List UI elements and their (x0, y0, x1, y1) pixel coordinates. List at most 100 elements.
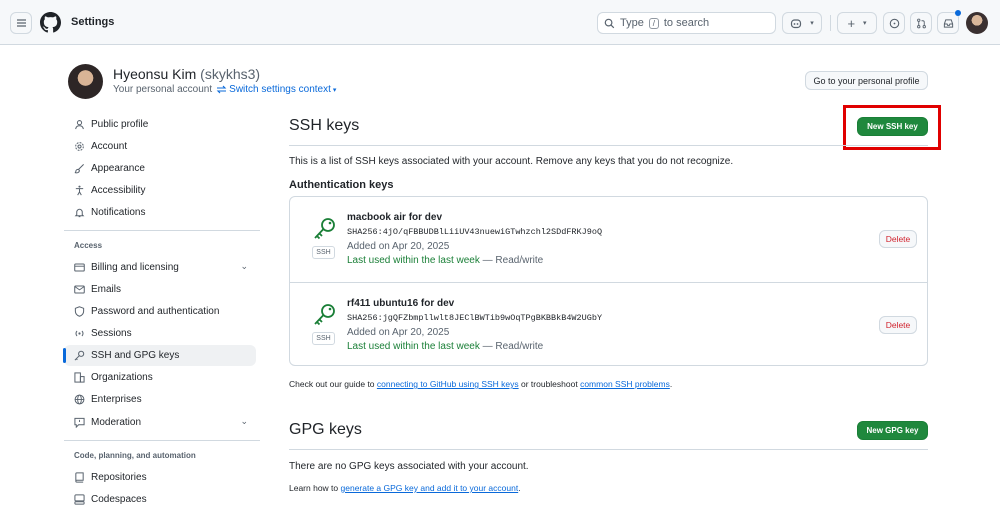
sidebar-item-label: SSH and GPG keys (91, 350, 180, 361)
ssh-key-row: SSH rf411 ubuntu16 for dev SHA256:jgQFZb… (290, 282, 927, 366)
user-avatar-menu[interactable] (966, 12, 988, 34)
organization-icon (74, 372, 85, 383)
sidebar-item-label: Appearance (91, 163, 145, 174)
github-logo-icon[interactable] (40, 12, 61, 33)
sidebar-item-label: Sessions (91, 328, 132, 339)
repo-icon (74, 472, 85, 483)
sidebar-item-billing[interactable]: Billing and licensing ⌄ (64, 257, 256, 278)
inbox-icon (943, 18, 953, 28)
key-title: macbook air for dev (347, 212, 443, 223)
globe-icon (74, 394, 85, 405)
plus-icon: + (847, 15, 856, 31)
sidebar-item-notifications[interactable]: Notifications (64, 202, 256, 223)
ssh-badge: SSH (312, 332, 335, 345)
issue-opened-icon (889, 18, 899, 28)
profile-subtitle-line: Your personal account Switch settings co… (113, 84, 336, 95)
generate-gpg-key-link[interactable]: generate a GPG key and add it to your ac… (341, 483, 519, 493)
sidebar-item-moderation[interactable]: Moderation ⌄ (64, 412, 256, 433)
sidebar-item-ssh-gpg-keys[interactable]: SSH and GPG keys (63, 345, 256, 366)
sidebar-item-organizations[interactable]: Organizations (64, 367, 256, 388)
profile-subtitle: Your personal account (113, 84, 213, 95)
common-ssh-problems-link[interactable]: common SSH problems (580, 379, 670, 389)
sidebar-item-emails[interactable]: Emails (64, 279, 256, 300)
new-gpg-key-button[interactable]: New GPG key (857, 421, 928, 440)
ssh-description: This is a list of SSH keys associated wi… (289, 156, 734, 167)
key-added-date: Added on Apr 20, 2025 (347, 327, 450, 338)
accessibility-icon (74, 185, 85, 196)
search-placeholder-type: Type (620, 17, 644, 29)
arrow-switch-icon (216, 85, 227, 94)
sidebar-item-label: Notifications (91, 207, 146, 218)
report-icon (74, 417, 85, 428)
gpg-keys-title: GPG keys (289, 421, 362, 438)
guide-suffix: . (669, 379, 673, 389)
chevron-down-icon[interactable]: ⌄ (240, 261, 248, 272)
ssh-title-divider (289, 145, 928, 146)
key-last-used-label: Last used within the last week (347, 255, 480, 266)
red-highlight-box (843, 105, 941, 150)
chevron-down-icon[interactable]: ⌄ (240, 416, 248, 427)
menu-button[interactable] (10, 12, 32, 34)
guide-prefix: Check out our guide to (289, 379, 377, 389)
delete-key-button[interactable]: Delete (879, 316, 917, 334)
ssh-keys-list: SSH macbook air for dev SHA256:4jO/qFBBU… (289, 196, 928, 366)
key-title: rf411 ubuntu16 for dev (347, 298, 455, 309)
sidebar-item-label: Repositories (91, 472, 147, 483)
gear-icon (74, 141, 85, 152)
connecting-ssh-guide-link[interactable]: connecting to GitHub using SSH keys (377, 379, 519, 389)
search-shortcut-key: / (648, 17, 659, 29)
issues-button[interactable] (883, 12, 905, 34)
sidebar-heading-access: Access (74, 241, 103, 250)
key-added-date: Added on Apr 20, 2025 (347, 241, 450, 252)
bell-icon (74, 207, 85, 218)
sidebar-divider (64, 440, 260, 441)
paintbrush-icon (74, 163, 85, 174)
pull-requests-button[interactable] (910, 12, 932, 34)
switch-context-link[interactable]: Switch settings context ▾ (216, 84, 336, 95)
top-header: Settings Type / to search ▾ + ▾ (0, 0, 1000, 45)
sidebar-item-password-auth[interactable]: Password and authentication (64, 301, 256, 322)
credit-card-icon (74, 262, 85, 273)
search-icon (604, 18, 615, 28)
sidebar-item-sessions[interactable]: Sessions (64, 323, 256, 344)
sidebar-item-public-profile[interactable]: Public profile (64, 114, 256, 135)
sidebar-item-label: Codespaces (91, 494, 147, 505)
git-pull-request-icon (916, 18, 926, 28)
sidebar-item-label: Enterprises (91, 394, 142, 405)
sidebar-item-label: Billing and licensing (91, 262, 179, 273)
sidebar-item-label: Organizations (91, 372, 153, 383)
learn-suffix: . (518, 483, 521, 493)
guide-middle: or troubleshoot (518, 379, 581, 389)
sidebar-item-label: Moderation (91, 417, 142, 428)
key-access: — Read/write (479, 341, 544, 352)
ssh-key-row: SSH macbook air for dev SHA256:4jO/qFBBU… (290, 197, 927, 281)
key-last-used-label: Last used within the last week (347, 341, 480, 352)
key-icon (314, 304, 335, 326)
sidebar-item-accessibility[interactable]: Accessibility (64, 180, 256, 201)
sidebar-item-codespaces[interactable]: Codespaces (64, 489, 256, 506)
switch-context-label: Switch settings context (229, 84, 331, 95)
key-fingerprint: SHA256:4jO/qFBBUDBlLiiUV43nuewiGTwhzchl2… (347, 227, 603, 237)
go-to-profile-button[interactable]: Go to your personal profile (805, 71, 928, 90)
key-fingerprint: SHA256:jgQFZbmpllwlt8JEClBWTib9wOqTPgBKB… (347, 313, 603, 323)
gpg-title-divider (289, 449, 928, 450)
sidebar-item-account[interactable]: Account (64, 136, 256, 157)
header-divider (830, 15, 831, 31)
delete-key-button[interactable]: Delete (879, 230, 917, 248)
sidebar-item-enterprises[interactable]: Enterprises (64, 389, 256, 410)
sidebar-item-appearance[interactable]: Appearance (64, 158, 256, 179)
create-new-button[interactable]: + ▾ (837, 12, 877, 34)
codespaces-icon (74, 494, 85, 505)
sidebar-item-repositories[interactable]: Repositories (64, 467, 256, 488)
copilot-button[interactable]: ▾ (782, 12, 822, 34)
page-context-title[interactable]: Settings (71, 16, 114, 28)
broadcast-icon (74, 328, 85, 339)
key-last-used: Last used within the last week — Read/wr… (347, 341, 543, 352)
authentication-keys-heading: Authentication keys (289, 179, 394, 191)
key-access: — Read/write (479, 255, 544, 266)
sidebar-heading-code: Code, planning, and automation (74, 451, 196, 460)
profile-avatar (68, 64, 103, 99)
profile-name[interactable]: Hyeonsu Kim (113, 66, 196, 82)
search-input[interactable]: Type / to search (597, 12, 776, 34)
learn-prefix: Learn how to (289, 483, 341, 493)
